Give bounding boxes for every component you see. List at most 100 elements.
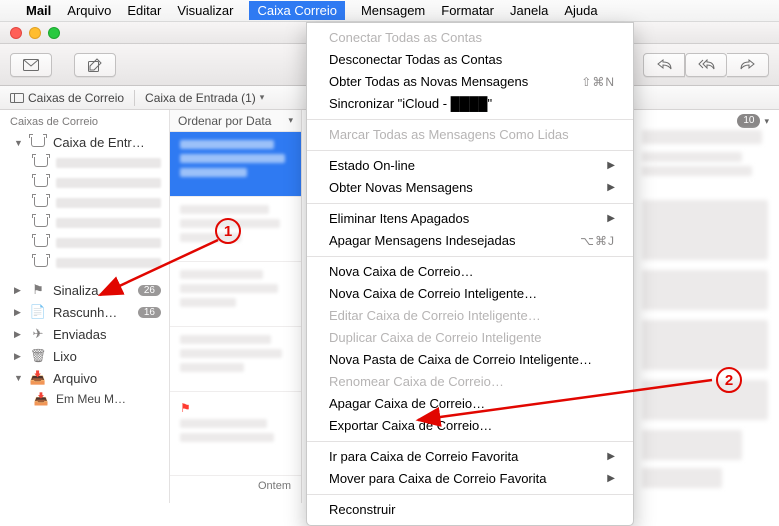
sidebar-sent-label: Enviadas [53, 327, 161, 342]
redacted-label [56, 198, 161, 208]
sidebar-flagged[interactable]: ▶ ⚑ Sinaliza… 26 [0, 279, 169, 301]
submenu-arrow-icon: ▶ [607, 448, 615, 466]
sidebar: Caixas de Correio ▼ Caixa de Entr… ▶ ⚑ S… [0, 110, 170, 503]
thread-count-badge[interactable]: 10 ▾ [737, 114, 769, 128]
forward-button[interactable] [727, 53, 769, 77]
message-row[interactable]: ⚑ [170, 392, 301, 476]
disclosure-triangle-icon[interactable]: ▶ [14, 351, 23, 362]
sidebar-inbox-account-5[interactable] [0, 233, 169, 253]
reply-group [643, 53, 769, 77]
menu-separator [307, 494, 633, 495]
menu-separator [307, 441, 633, 442]
menubar-ajuda[interactable]: Ajuda [564, 3, 597, 18]
sidebar-drafts[interactable]: ▶ 📄 Rascunh… 16 [0, 301, 169, 323]
sidebar-archive-label: Arquivo [53, 371, 161, 386]
favbar-left-label: Caixas de Correio [28, 91, 124, 105]
menu-export-mailbox[interactable]: Exportar Caixa de Correio… [307, 415, 633, 437]
menu-goto-favorite[interactable]: Ir para Caixa de Correio Favorita▶ [307, 446, 633, 468]
sidebar-toggle[interactable]: Caixas de Correio [0, 91, 134, 105]
message-list-sort[interactable]: Ordenar por Data ▾ [170, 110, 301, 132]
disclosure-triangle-icon[interactable]: ▼ [14, 373, 23, 383]
menu-get-new-msgs[interactable]: Obter Novas Mensagens▶ [307, 177, 633, 199]
get-mail-button[interactable] [10, 53, 52, 77]
reply-button[interactable] [643, 53, 685, 77]
menu-rename-mailbox: Renomear Caixa de Correio… [307, 371, 633, 393]
message-row[interactable] [170, 262, 301, 327]
message-row-selected[interactable] [170, 132, 301, 197]
menu-mark-all-read: Marcar Todas as Mensagens Como Lidas [307, 124, 633, 146]
disclosure-triangle-icon[interactable]: ▶ [14, 307, 23, 318]
menubar-visualizar[interactable]: Visualizar [177, 3, 233, 18]
reply-all-button[interactable] [685, 53, 727, 77]
redacted-label [56, 218, 161, 228]
menubar-formatar[interactable]: Formatar [441, 3, 494, 18]
menubar-editar[interactable]: Editar [127, 3, 161, 18]
window-minimize-button[interactable] [29, 27, 41, 39]
menu-separator [307, 119, 633, 120]
archivebox-icon: 📥 [32, 392, 50, 406]
menu-sync-icloud[interactable]: Sincronizar "iCloud - ████" [307, 93, 633, 115]
inbox-icon [32, 156, 50, 170]
thread-count-value: 10 [737, 114, 760, 128]
sidebar-inbox-account-6[interactable] [0, 253, 169, 273]
menu-new-smart-folder[interactable]: Nova Pasta de Caixa de Correio Inteligen… [307, 349, 633, 371]
paperplane-icon: ✈ [29, 326, 47, 342]
menu-delete-mailbox[interactable]: Apagar Caixa de Correio… [307, 393, 633, 415]
document-icon: 📄 [29, 304, 47, 320]
menu-new-smart-mailbox[interactable]: Nova Caixa de Correio Inteligente… [307, 283, 633, 305]
menu-new-mailbox[interactable]: Nova Caixa de Correio… [307, 261, 633, 283]
annotation-callout-1: 1 [215, 218, 241, 244]
menubar-arquivo[interactable]: Arquivo [67, 3, 111, 18]
compose-button[interactable] [74, 53, 116, 77]
menubar-janela[interactable]: Janela [510, 3, 548, 18]
window-zoom-button[interactable] [48, 27, 60, 39]
chevron-down-icon: ▾ [764, 116, 769, 127]
annotation-callout-2: 2 [716, 367, 742, 393]
menu-separator [307, 256, 633, 257]
sidebar-flagged-label: Sinaliza… [53, 283, 132, 298]
sidebar-sent[interactable]: ▶ ✈ Enviadas [0, 323, 169, 345]
sidebar-archive-sub[interactable]: 📥 Em Meu M… [0, 389, 169, 409]
menu-erase-junk[interactable]: Apagar Mensagens Indesejadas⌥⌘J [307, 230, 633, 252]
menu-move-favorite[interactable]: Mover para Caixa de Correio Favorita▶ [307, 468, 633, 490]
submenu-arrow-icon: ▶ [607, 157, 615, 175]
menubar-app[interactable]: Mail [26, 3, 51, 18]
sidebar-inbox-account-4[interactable] [0, 213, 169, 233]
menu-edit-smart-mailbox: Editar Caixa de Correio Inteligente… [307, 305, 633, 327]
sidebar-drafts-label: Rascunh… [53, 305, 132, 320]
disclosure-triangle-icon[interactable]: ▶ [14, 329, 23, 340]
menubar-mensagem[interactable]: Mensagem [361, 3, 425, 18]
menu-separator [307, 150, 633, 151]
chevron-down-icon: ▾ [288, 115, 293, 126]
redacted-label [56, 158, 161, 168]
redacted-label [56, 258, 161, 268]
flag-icon: ⚑ [180, 401, 191, 415]
sidebar-trash[interactable]: ▶ 🗑 Lixo [0, 345, 169, 367]
sidebar-drafts-count: 16 [138, 307, 161, 318]
menu-erase-deleted[interactable]: Eliminar Itens Apagados▶ [307, 208, 633, 230]
disclosure-triangle-icon[interactable]: ▼ [14, 138, 23, 148]
message-date-separator: Ontem [170, 476, 301, 496]
message-row[interactable] [170, 327, 301, 392]
inbox-icon [32, 176, 50, 190]
favbar-inbox-select[interactable]: Caixa de Entrada (1) ▾ [135, 91, 274, 105]
menu-get-all-new[interactable]: Obter Todas as Novas Mensagens⇧⌘N [307, 71, 633, 93]
sidebar-inbox[interactable]: ▼ Caixa de Entr… [0, 132, 169, 153]
mac-menubar: Mail Arquivo Editar Visualizar Caixa Cor… [0, 0, 779, 22]
inbox-icon [32, 236, 50, 250]
menu-connect-all: Conectar Todas as Contas [307, 27, 633, 49]
sidebar-inbox-account-1[interactable] [0, 153, 169, 173]
sidebar-inbox-account-2[interactable] [0, 173, 169, 193]
disclosure-triangle-icon[interactable]: ▶ [14, 285, 23, 296]
menu-disconnect-all[interactable]: Desconectar Todas as Contas [307, 49, 633, 71]
sidebar-archive[interactable]: ▼ 📥 Arquivo [0, 367, 169, 389]
menubar-caixa-correio[interactable]: Caixa Correio [249, 1, 344, 20]
menu-online-state[interactable]: Estado On-line▶ [307, 155, 633, 177]
favbar-mid-label: Caixa de Entrada (1) [145, 91, 256, 105]
sidebar-inbox-account-3[interactable] [0, 193, 169, 213]
menu-rebuild[interactable]: Reconstruir [307, 499, 633, 521]
sidebar-archive-sub-label: Em Meu M… [56, 392, 161, 406]
sidebar-toggle-icon [10, 93, 24, 103]
menu-separator [307, 203, 633, 204]
window-close-button[interactable] [10, 27, 22, 39]
